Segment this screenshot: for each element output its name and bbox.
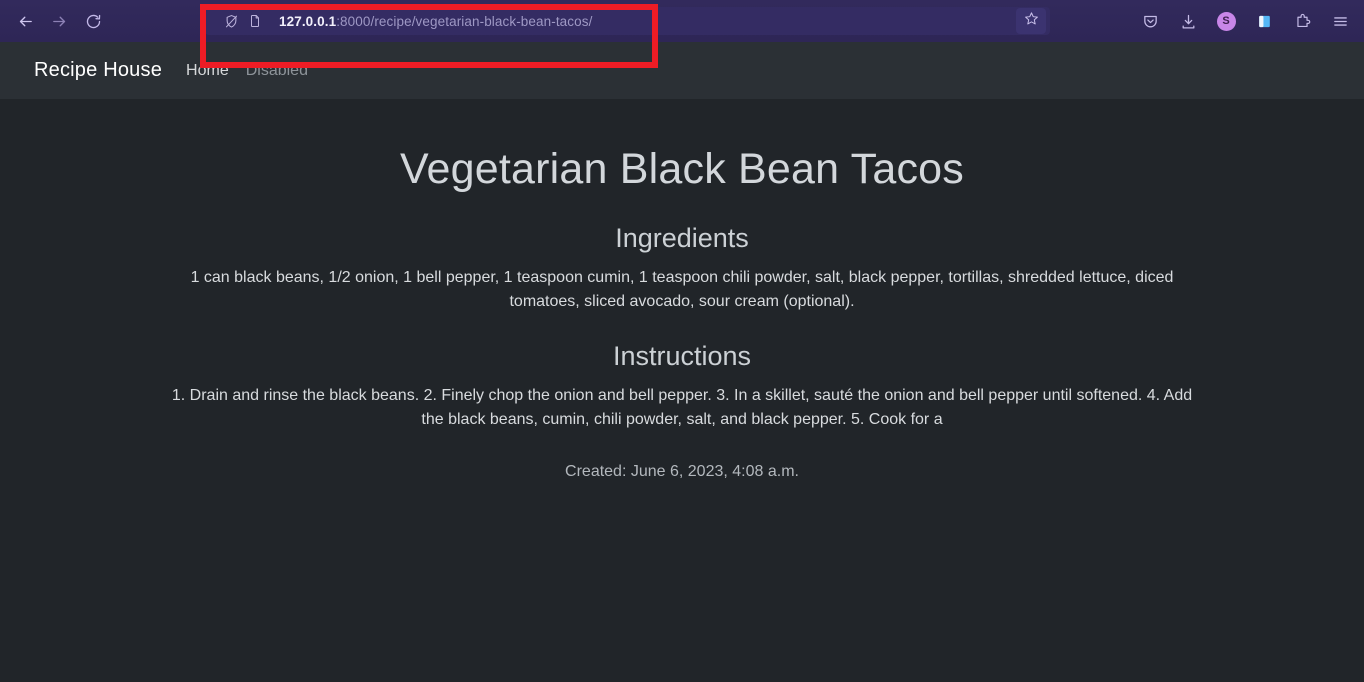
instructions-heading: Instructions [612, 340, 752, 371]
nav-link-home[interactable]: Home [186, 62, 229, 80]
application-menu-icon [1332, 13, 1349, 30]
navigation-buttons [8, 6, 110, 36]
back-button[interactable] [8, 6, 42, 36]
shield-off-icon[interactable] [219, 9, 243, 33]
toolbar-icons: S [1132, 6, 1358, 36]
forward-button[interactable] [42, 6, 76, 36]
account-avatar-icon: S [1216, 11, 1236, 31]
instructions-text: 1. Drain and rinse the black beans. 2. F… [171, 387, 1193, 429]
nav-link-disabled: Disabled [245, 61, 308, 79]
page-document-icon[interactable] [243, 9, 267, 33]
downloads-icon [1180, 13, 1197, 30]
page-title: Vegetarian Black Bean Tacos [400, 145, 964, 193]
site-navbar: Recipe House Home Disabled [0, 42, 1364, 99]
address-bar-container: 127.0.0.1:8000/recipe/vegetarian-black-b… [205, 7, 1050, 35]
firefox-view-icon [1256, 13, 1273, 30]
forward-arrow-icon [51, 13, 68, 30]
ingredients-heading: Ingredients [615, 222, 749, 253]
bookmark-star-icon [1024, 11, 1039, 31]
address-bar[interactable]: 127.0.0.1:8000/recipe/vegetarian-black-b… [205, 7, 1050, 35]
page-content: Vegetarian Black Bean Tacos Ingredients … [0, 99, 1364, 682]
url-path: :8000/recipe/vegetarian-black-bean-tacos… [336, 13, 593, 29]
firefox-view-button[interactable] [1246, 6, 1282, 36]
back-arrow-icon [17, 13, 34, 30]
account-button[interactable]: S [1208, 6, 1244, 36]
downloads-button[interactable] [1170, 6, 1206, 36]
application-menu-button[interactable] [1322, 6, 1358, 36]
pocket-icon [1142, 13, 1159, 30]
browser-toolbar: 127.0.0.1:8000/recipe/vegetarian-black-b… [0, 0, 1364, 42]
url-host: 127.0.0.1 [279, 13, 337, 29]
address-bar-text[interactable]: 127.0.0.1:8000/recipe/vegetarian-black-b… [279, 14, 1016, 29]
extensions-button[interactable] [1284, 6, 1320, 36]
extensions-puzzle-icon [1294, 13, 1311, 30]
reload-icon [85, 13, 102, 30]
ingredients-text: 1 can black beans, 1/2 onion, 1 bell pep… [190, 268, 1174, 310]
recipe-container: Vegetarian Black Bean Tacos Ingredients … [160, 144, 1204, 484]
navbar-brand[interactable]: Recipe House [34, 59, 162, 82]
bookmark-button[interactable] [1016, 8, 1046, 34]
navbar-links: Home Disabled [186, 62, 308, 80]
created-timestamp: Created: June 6, 2023, 4:08 a.m. [565, 463, 799, 481]
reload-button[interactable] [76, 6, 110, 36]
pocket-button[interactable] [1132, 6, 1168, 36]
